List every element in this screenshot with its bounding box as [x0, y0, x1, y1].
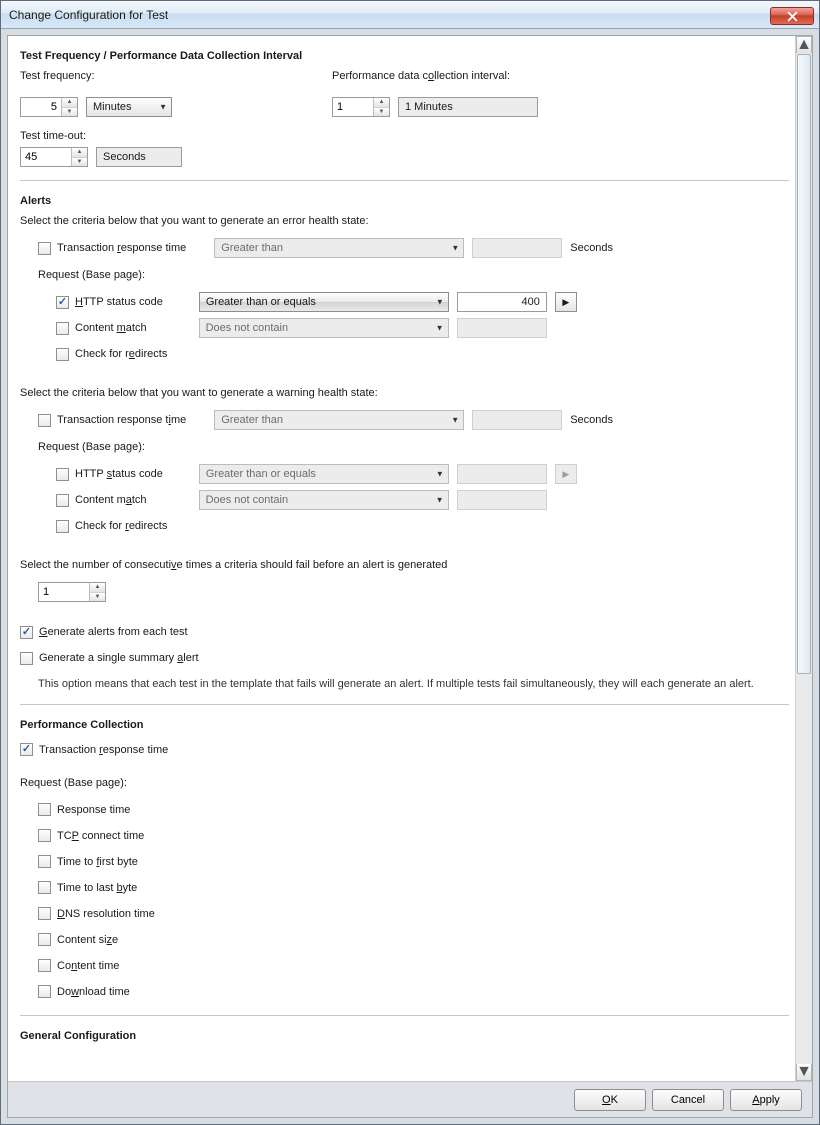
- divider: [20, 704, 789, 705]
- generate-note: This option means that each test in the …: [38, 677, 778, 692]
- spin-down-icon[interactable]: ▼: [90, 593, 105, 602]
- perf-response-time-checkbox[interactable]: Response time: [38, 803, 130, 816]
- error-redirects-checkbox[interactable]: Check for redirects: [56, 348, 167, 361]
- section-alerts-title: Alerts: [20, 195, 789, 207]
- close-button[interactable]: [770, 7, 814, 25]
- perf-req-label: Request (Base page):: [20, 777, 789, 789]
- warn-http-value: [457, 464, 547, 484]
- scroll-thumb[interactable]: [797, 54, 811, 674]
- spin-up-icon[interactable]: ▲: [62, 98, 77, 108]
- apply-button[interactable]: Apply: [730, 1089, 802, 1111]
- section-perf-title: Performance Collection: [20, 719, 789, 731]
- test-frequency-label: Test frequency:: [20, 70, 172, 82]
- consecutive-desc: Select the number of consecutive times a…: [20, 559, 789, 571]
- section-general-title: General Configuration: [20, 1030, 789, 1042]
- test-frequency-spinner[interactable]: ▲▼: [20, 97, 78, 117]
- warn-http-play-button: ▶: [555, 464, 577, 484]
- error-content-match-checkbox[interactable]: Content match: [56, 322, 147, 335]
- warn-trt-op-select: Greater than▼: [214, 410, 464, 430]
- error-trt-op-select: Greater than▼: [214, 238, 464, 258]
- chevron-down-icon: ▼: [436, 298, 444, 307]
- consecutive-spinner[interactable]: ▲▼: [38, 582, 106, 602]
- scroll-up-button[interactable]: ▲: [796, 36, 812, 53]
- error-cm-value: [457, 318, 547, 338]
- error-cm-op-select: Does not contain▼: [199, 318, 449, 338]
- interval-value[interactable]: [333, 98, 373, 116]
- spin-down-icon[interactable]: ▼: [374, 108, 389, 117]
- chevron-down-icon: ▼: [451, 244, 459, 253]
- close-icon: [787, 11, 798, 22]
- error-trt-checkbox[interactable]: Transaction response time: [38, 242, 186, 255]
- error-http-op-select[interactable]: Greater than or equals▼: [199, 292, 449, 312]
- chevron-down-icon: ▼: [436, 324, 444, 333]
- perf-ttfb-checkbox[interactable]: Time to first byte: [38, 855, 138, 868]
- timeout-unit: Seconds: [96, 147, 182, 167]
- content-panel: Test Frequency / Performance Data Collec…: [7, 35, 813, 1118]
- vertical-scrollbar[interactable]: ▲ ▼: [795, 36, 812, 1081]
- request-base-label-warn: Request (Base page):: [38, 441, 789, 453]
- error-trt-value: [472, 238, 562, 258]
- chevron-down-icon: ▼: [451, 416, 459, 425]
- timeout-label: Test time-out:: [20, 130, 789, 142]
- dialog-window: Change Configuration for Test Test Frequ…: [0, 0, 820, 1125]
- error-http-play-button[interactable]: ▶: [555, 292, 577, 312]
- ok-button[interactable]: OK: [574, 1089, 646, 1111]
- consecutive-value[interactable]: [39, 583, 89, 601]
- perf-content-time-checkbox[interactable]: Content time: [38, 959, 119, 972]
- perf-trt-checkbox[interactable]: Transaction response time: [20, 743, 168, 756]
- chevron-down-icon: ▼: [436, 470, 444, 479]
- warn-cm-op-select: Does not contain▼: [199, 490, 449, 510]
- warn-cm-value: [457, 490, 547, 510]
- perf-dns-checkbox[interactable]: DNS resolution time: [38, 907, 155, 920]
- spin-up-icon[interactable]: ▲: [374, 98, 389, 108]
- alerts-warn-desc: Select the criteria below that you want …: [20, 387, 789, 399]
- error-http-value[interactable]: 400: [457, 292, 547, 312]
- scroll-wrap: Test Frequency / Performance Data Collec…: [8, 36, 812, 1081]
- alerts-error-desc: Select the criteria below that you want …: [20, 215, 789, 227]
- spin-down-icon[interactable]: ▼: [72, 158, 87, 167]
- window-title: Change Configuration for Test: [9, 8, 168, 22]
- chevron-down-icon: ▼: [159, 103, 167, 112]
- interval-spinner[interactable]: ▲▼: [332, 97, 390, 117]
- test-frequency-unit-select[interactable]: Minutes▼: [86, 97, 172, 117]
- warn-http-op-select: Greater than or equals▼: [199, 464, 449, 484]
- test-frequency-value[interactable]: [21, 98, 61, 116]
- spin-up-icon[interactable]: ▲: [72, 148, 87, 158]
- seconds-label: Seconds: [570, 414, 613, 426]
- interval-label: Performance data collection interval:: [332, 70, 538, 82]
- perf-content-size-checkbox[interactable]: Content size: [38, 933, 118, 946]
- warn-trt-value: [472, 410, 562, 430]
- warn-trt-checkbox[interactable]: Transaction response time: [38, 414, 186, 427]
- perf-ttlb-checkbox[interactable]: Time to last byte: [38, 881, 137, 894]
- request-base-label: Request (Base page):: [38, 269, 789, 281]
- divider: [20, 180, 789, 181]
- content: Test Frequency / Performance Data Collec…: [8, 36, 795, 1081]
- warn-http-checkbox[interactable]: HTTP status code: [56, 468, 163, 481]
- cancel-button[interactable]: Cancel: [652, 1089, 724, 1111]
- divider: [20, 1015, 789, 1016]
- perf-tcp-checkbox[interactable]: TCP connect time: [38, 829, 144, 842]
- error-http-checkbox[interactable]: HTTP status code: [56, 296, 163, 309]
- spin-up-icon[interactable]: ▲: [90, 583, 105, 593]
- warn-content-match-checkbox[interactable]: Content match: [56, 494, 147, 507]
- generate-summary-checkbox[interactable]: Generate a single summary alert: [20, 652, 199, 665]
- perf-download-time-checkbox[interactable]: Download time: [38, 985, 130, 998]
- titlebar: Change Configuration for Test: [1, 1, 819, 29]
- seconds-label: Seconds: [570, 242, 613, 254]
- chevron-down-icon: ▼: [436, 496, 444, 505]
- scroll-down-button[interactable]: ▼: [796, 1064, 812, 1081]
- generate-each-checkbox[interactable]: Generate alerts from each test: [20, 626, 188, 639]
- button-bar: OK Cancel Apply: [8, 1081, 812, 1117]
- interval-display: 1 Minutes: [398, 97, 538, 117]
- spin-down-icon[interactable]: ▼: [62, 108, 77, 117]
- timeout-value[interactable]: [21, 148, 71, 166]
- timeout-spinner[interactable]: ▲▼: [20, 147, 88, 167]
- warn-redirects-checkbox[interactable]: Check for redirects: [56, 520, 167, 533]
- section-frequency-title: Test Frequency / Performance Data Collec…: [20, 50, 789, 62]
